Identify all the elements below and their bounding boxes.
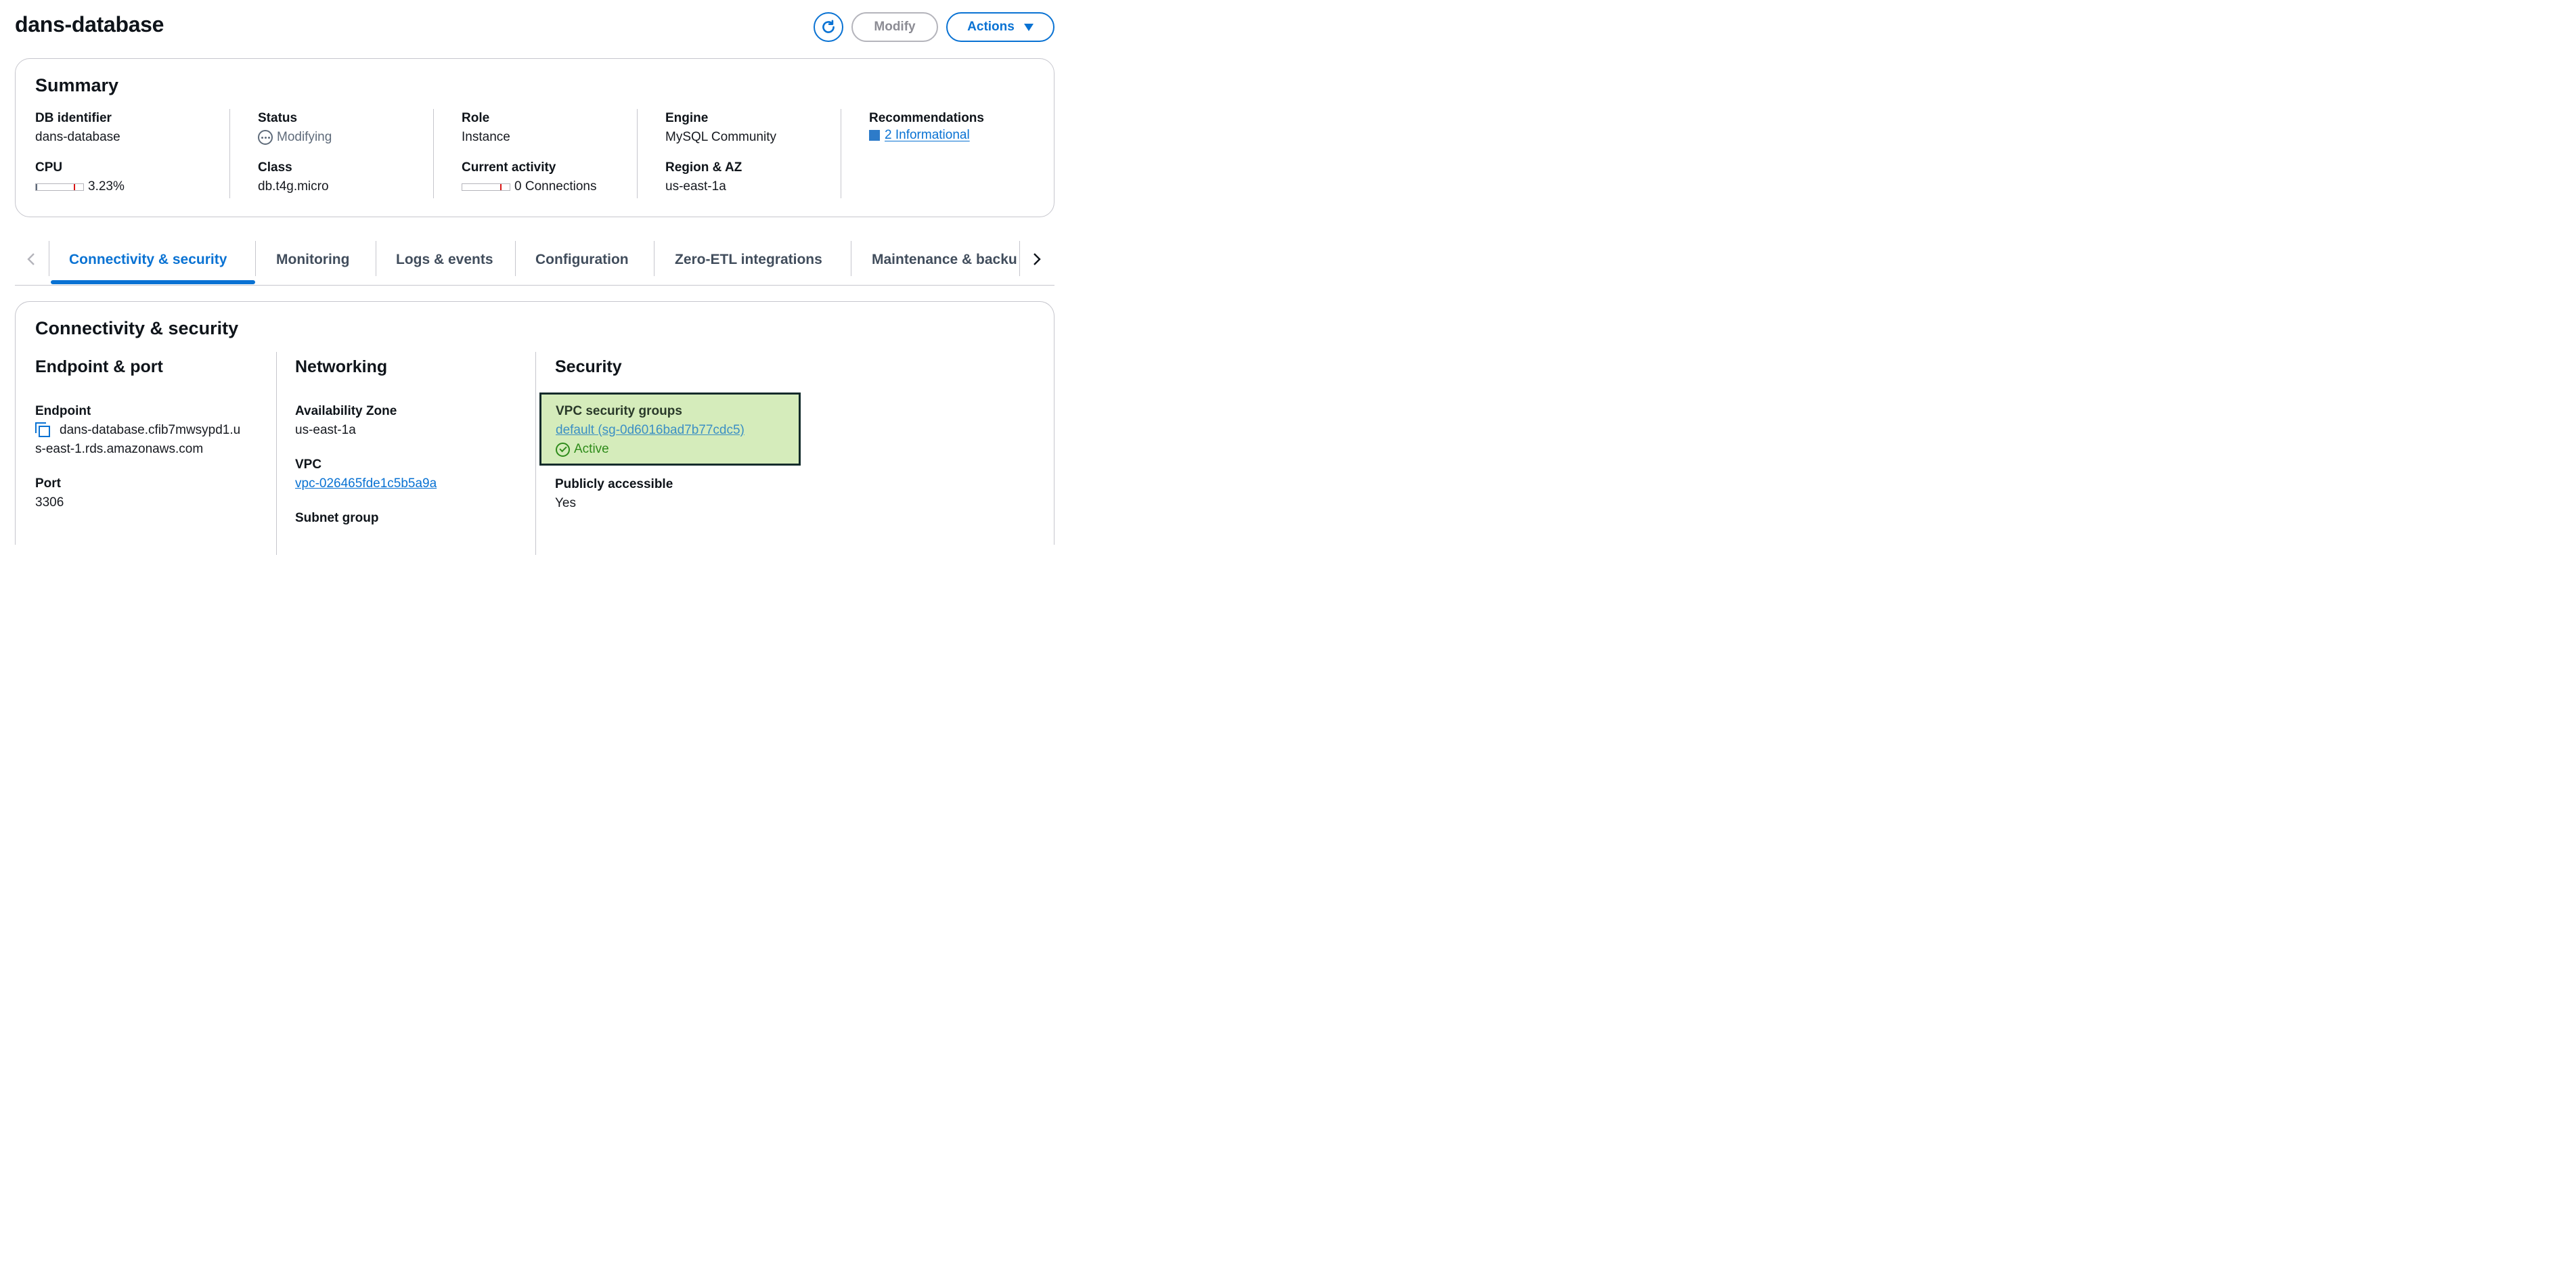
- summary-col-role: Role Instance Current activity 0 Connect…: [462, 109, 596, 198]
- connectivity-title: Connectivity & security: [35, 318, 239, 338]
- connectivity-security-card: Connectivity & security Endpoint & port …: [15, 301, 1054, 555]
- db-identifier-label: DB identifier: [35, 111, 112, 125]
- tabs-scroll-left-button[interactable]: [23, 248, 39, 271]
- class-value: db.t4g.micro: [258, 179, 329, 194]
- cpu-meter: [35, 183, 84, 191]
- tab-zero-etl-integrations[interactable]: Zero-ETL integrations: [675, 241, 822, 279]
- summary-col-engine: Engine MySQL Community Region & AZ us-ea…: [665, 109, 776, 198]
- activity-meter: [462, 183, 510, 191]
- actions-button[interactable]: Actions: [946, 12, 1054, 42]
- endpoint-label: Endpoint: [35, 404, 91, 418]
- tab-connectivity-security[interactable]: Connectivity & security: [69, 241, 227, 279]
- port-value: 3306: [35, 495, 64, 510]
- class-label: Class: [258, 160, 292, 175]
- endpoint-row: dans-database.cfib7mwsypd1.u: [35, 421, 240, 440]
- summary-title: Summary: [35, 75, 119, 95]
- status-label: Status: [258, 111, 298, 125]
- vpc-link[interactable]: vpc-026465fde1c5b5a9a: [295, 474, 437, 493]
- copy-icon[interactable]: [35, 422, 51, 439]
- activity-meter-row: 0 Connections: [462, 177, 596, 196]
- refresh-button[interactable]: [814, 12, 843, 42]
- cpu-meter-fill: [36, 183, 38, 190]
- recommendations-link[interactable]: 2 Informational: [885, 128, 970, 143]
- summary-col-identifier: DB identifier dans-database CPU 3.23%: [35, 109, 125, 198]
- endpoint-value-line1: dans-database.cfib7mwsypd1.u: [60, 423, 241, 437]
- summary-col-status: Status Modifying Class db.t4g.micro: [258, 109, 332, 198]
- summary-card: Summary DB identifier dans-database CPU …: [15, 58, 1054, 217]
- info-square-icon: [869, 130, 880, 141]
- page-title: dans-database: [15, 12, 164, 37]
- security-heading: Security: [555, 357, 622, 376]
- active-tab-indicator: [51, 280, 255, 284]
- tabs-scroll-right-button[interactable]: [1029, 248, 1045, 271]
- public-access-section: Publicly accessible Yes: [555, 475, 673, 513]
- tab-logs-events[interactable]: Logs & events: [396, 241, 493, 279]
- availability-zone-value: us-east-1a: [295, 423, 356, 437]
- check-circle-icon: [556, 442, 570, 457]
- chevron-right-icon: [1034, 253, 1041, 265]
- cpu-meter-row: 3.23%: [35, 177, 125, 196]
- cpu-value: 3.23%: [88, 179, 125, 194]
- publicly-accessible-value: Yes: [555, 496, 576, 510]
- tab-configuration[interactable]: Configuration: [535, 241, 629, 279]
- recommendations-row: 2 Informational: [869, 128, 984, 143]
- region-label: Region & AZ: [665, 160, 742, 175]
- summary-col-recommendations: Recommendations 2 Informational: [869, 109, 984, 198]
- caret-down-icon: [1023, 23, 1034, 31]
- security-group-status-text: Active: [574, 442, 609, 456]
- availability-zone-label: Availability Zone: [295, 404, 397, 418]
- endpoint-value-line2: s-east-1.rds.amazonaws.com: [35, 442, 204, 456]
- current-activity-value: 0 Connections: [514, 179, 597, 194]
- refresh-icon: [822, 20, 835, 33]
- cpu-label: CPU: [35, 160, 63, 175]
- vpc-security-groups-label: VPC security groups: [556, 404, 682, 418]
- current-activity-label: Current activity: [462, 160, 556, 175]
- status-value: Modifying: [277, 130, 332, 144]
- chevron-left-icon: [27, 253, 35, 265]
- tab-maintenance-backup[interactable]: Maintenance & backu: [872, 241, 1020, 279]
- vpc-security-groups-highlight: VPC security groups default (sg-0d6016ba…: [539, 393, 801, 466]
- role-label: Role: [462, 111, 490, 125]
- region-value: us-east-1a: [665, 179, 726, 194]
- db-identifier-value: dans-database: [35, 130, 120, 144]
- modify-button[interactable]: Modify: [851, 12, 938, 42]
- endpoint-port-section: Endpoint dans-database.cfib7mwsypd1.u s-…: [35, 402, 240, 512]
- cpu-meter-threshold: [74, 183, 75, 190]
- port-label: Port: [35, 476, 61, 491]
- recommendations-label: Recommendations: [869, 111, 984, 125]
- in-progress-icon: [258, 130, 273, 145]
- security-group-link[interactable]: default (sg-0d6016bad7b77cdc5): [556, 421, 799, 440]
- networking-section: Availability Zone us-east-1a VPC vpc-026…: [295, 402, 437, 528]
- security-group-status: Active: [556, 440, 799, 459]
- activity-meter-threshold: [500, 183, 502, 190]
- engine-value: MySQL Community: [665, 130, 776, 144]
- publicly-accessible-label: Publicly accessible: [555, 477, 673, 491]
- detail-tabs: Connectivity & security Monitoring Logs …: [15, 238, 1054, 286]
- engine-label: Engine: [665, 111, 709, 125]
- role-value: Instance: [462, 130, 510, 144]
- status-value-row: Modifying: [258, 128, 332, 147]
- networking-heading: Networking: [295, 357, 388, 376]
- subnet-group-label: Subnet group: [295, 511, 379, 525]
- tab-monitoring[interactable]: Monitoring: [276, 241, 349, 279]
- header-actions: Modify Actions: [814, 12, 1054, 42]
- vpc-label: VPC: [295, 457, 322, 472]
- endpoint-port-heading: Endpoint & port: [35, 357, 163, 376]
- actions-label: Actions: [967, 20, 1015, 34]
